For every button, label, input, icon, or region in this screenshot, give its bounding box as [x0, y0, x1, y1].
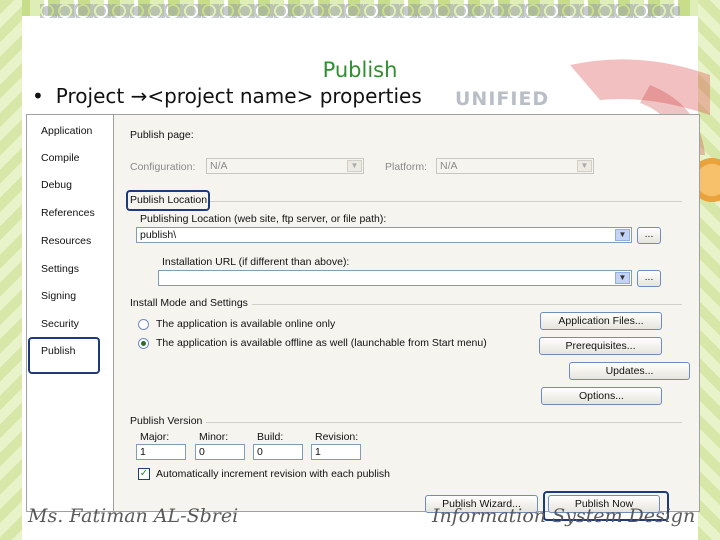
publishing-location-label: Publishing Location (web site, ftp serve…	[140, 213, 387, 225]
build-input[interactable]: 0	[253, 444, 303, 460]
sidebar-item-debug[interactable]: Debug	[41, 179, 72, 191]
prerequisites-button[interactable]: Prerequisites...	[539, 337, 662, 355]
auto-increment-checkbox[interactable]: ✓	[138, 468, 150, 480]
installation-url-label: Installation URL (if different than abov…	[162, 256, 350, 268]
bullet-text: Project →<project name> properties	[55, 84, 422, 108]
auto-increment-label[interactable]: Automatically increment revision with ea…	[156, 468, 390, 480]
slide-footer: Ms. Fatiman AL-Sbrei Information System …	[0, 505, 720, 540]
application-files-button[interactable]: Application Files...	[540, 312, 662, 330]
major-input[interactable]: 1	[136, 444, 186, 460]
properties-sidebar: Application Compile Debug References Res…	[27, 115, 114, 511]
offline-radio[interactable]	[138, 338, 149, 349]
footer-course: Information System Design	[432, 505, 696, 527]
configuration-value: N/A	[210, 160, 228, 172]
sidebar-item-application[interactable]: Application	[41, 125, 92, 137]
publish-page-heading: Publish page:	[130, 129, 194, 141]
sidebar-item-settings[interactable]: Settings	[41, 263, 79, 275]
section-divider	[252, 304, 682, 305]
publish-version-label: Publish Version	[130, 415, 203, 427]
footer-author: Ms. Fatiman AL-Sbrei	[28, 505, 239, 527]
minor-label: Minor:	[199, 431, 229, 443]
install-mode-label: Install Mode and Settings	[130, 297, 248, 309]
revision-label: Revision:	[315, 431, 359, 443]
offline-label[interactable]: The application is available offline as …	[156, 337, 487, 349]
publish-location-highlight	[126, 190, 210, 211]
sidebar-item-references[interactable]: References	[41, 207, 95, 219]
brand-watermark: UNIFIED	[455, 88, 550, 110]
publish-page: Publish page: Configuration: N/A ▼ Platf…	[114, 115, 699, 521]
online-only-radio[interactable]	[138, 319, 149, 330]
chevron-down-icon[interactable]: ▼	[615, 272, 630, 284]
platform-label: Platform:	[385, 161, 428, 173]
updates-button[interactable]: Updates...	[569, 362, 690, 380]
selected-tab-highlight	[28, 337, 100, 374]
publishing-location-input[interactable]: publish\ ▼	[136, 227, 632, 243]
section-divider	[210, 201, 682, 202]
online-only-label[interactable]: The application is available online only	[156, 318, 335, 330]
build-value: 0	[257, 446, 263, 458]
major-value: 1	[140, 446, 146, 458]
sidebar-item-security[interactable]: Security	[41, 318, 79, 330]
section-divider	[206, 422, 682, 423]
configuration-label: Configuration:	[130, 161, 196, 173]
revision-value: 1	[315, 446, 321, 458]
browse-url-button[interactable]: ...	[637, 270, 661, 287]
sidebar-item-signing[interactable]: Signing	[41, 290, 76, 302]
chevron-down-icon: ▼	[577, 160, 592, 172]
platform-value: N/A	[440, 160, 458, 172]
bullet-dot: •	[32, 84, 44, 108]
bullet-line: • Project →<project name> properties	[32, 84, 422, 108]
revision-input[interactable]: 1	[311, 444, 361, 460]
minor-input[interactable]: 0	[195, 444, 245, 460]
build-label: Build:	[257, 431, 284, 443]
configuration-select: N/A ▼	[206, 158, 364, 174]
minor-value: 0	[199, 446, 205, 458]
chevron-down-icon: ▼	[347, 160, 362, 172]
publishing-location-value: publish\	[140, 229, 177, 241]
slide-title: Publish	[322, 58, 398, 82]
spiral-binding-decoration	[40, 4, 680, 18]
options-button[interactable]: Options...	[541, 387, 662, 405]
sidebar-item-compile[interactable]: Compile	[41, 152, 80, 164]
project-properties-window: Application Compile Debug References Res…	[26, 114, 700, 521]
installation-url-input[interactable]: ▼	[158, 270, 632, 286]
platform-select: N/A ▼	[436, 158, 594, 174]
browse-location-button[interactable]: ...	[637, 227, 661, 244]
major-label: Major:	[140, 431, 170, 443]
sidebar-item-resources[interactable]: Resources	[41, 235, 91, 247]
chevron-down-icon[interactable]: ▼	[615, 229, 630, 241]
